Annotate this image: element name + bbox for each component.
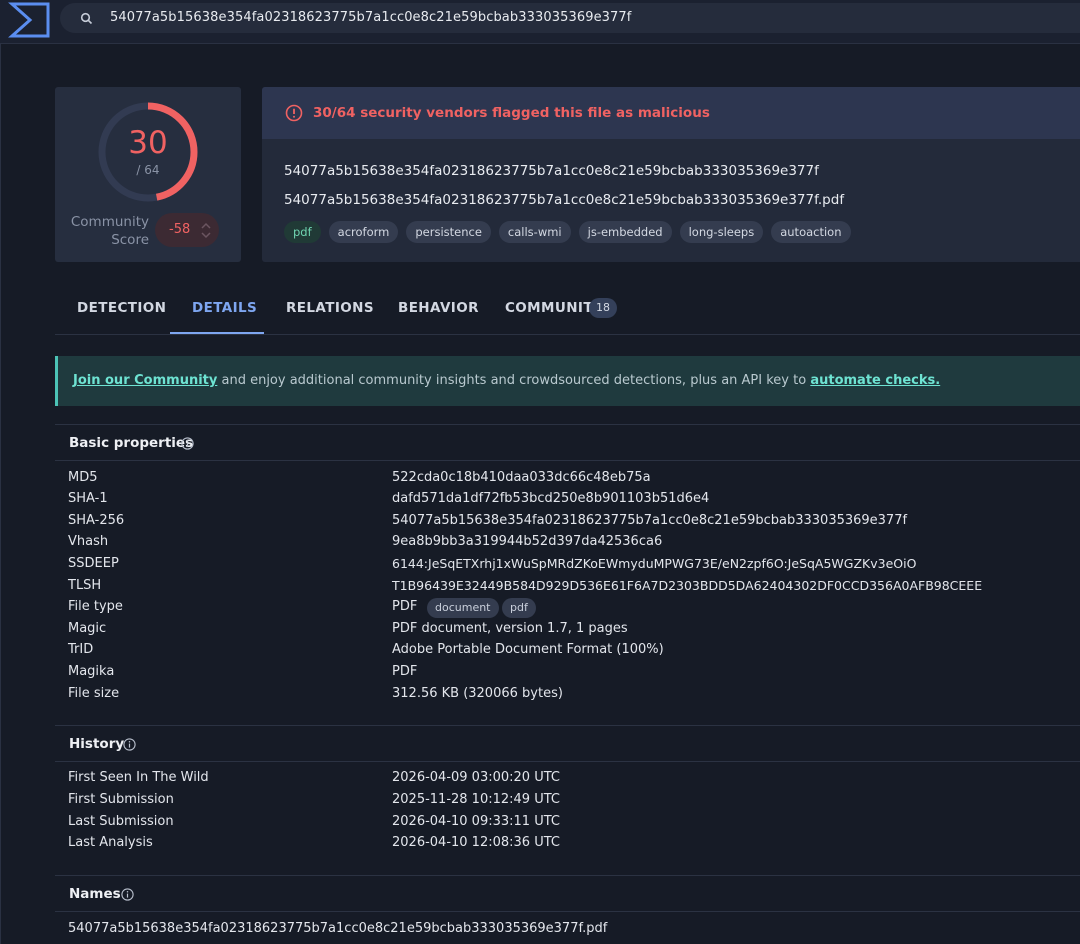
filetype-tag[interactable]: document	[427, 598, 499, 618]
history-key: First Seen In The Wild	[68, 770, 209, 785]
active-tab-indicator	[170, 332, 264, 334]
property-value: T1B96439E32449B584D929D536E61F6A7D2303BD…	[392, 578, 983, 593]
tag[interactable]: js-embedded	[578, 221, 672, 243]
tab-relations[interactable]: RELATIONS	[286, 300, 374, 316]
property-key: SHA-256	[68, 513, 125, 528]
property-value: PDF document, version 1.7, 1 pages	[392, 621, 628, 636]
property-value: Adobe Portable Document Format (100%)	[392, 642, 664, 657]
community-banner: Join our Community and enjoy additional …	[55, 356, 1080, 406]
property-key: File type	[68, 599, 123, 614]
tag[interactable]: pdf	[284, 221, 321, 243]
community-score-value: -58	[169, 222, 191, 237]
search-bar[interactable]: 54077a5b15638e354fa02318623775b7a1cc0e8c…	[60, 3, 1080, 33]
tag[interactable]: autoaction	[771, 221, 851, 243]
info-icon[interactable]	[123, 738, 136, 751]
detection-count: 30	[128, 125, 168, 161]
history-key: Last Submission	[68, 814, 174, 829]
tab-details[interactable]: DETAILS	[192, 300, 257, 316]
property-value: 312.56 KB (320066 bytes)	[392, 686, 563, 701]
property-key: TrID	[68, 642, 94, 657]
community-score-label: Community Score	[70, 214, 149, 248]
sigma-logo-icon[interactable]	[8, 2, 50, 38]
filetype-tag[interactable]: pdf	[502, 598, 536, 618]
property-key: TLSH	[68, 578, 102, 593]
file-info-card: 30/64 security vendors flagged this file…	[262, 87, 1080, 262]
search-icon	[80, 12, 93, 25]
property-key: Magika	[68, 664, 115, 679]
tag[interactable]: persistence	[406, 221, 491, 243]
history-key: Last Analysis	[68, 835, 153, 850]
basic-properties-header: Basic properties	[55, 424, 1080, 461]
info-icon[interactable]	[181, 437, 194, 450]
community-count-badge: 18	[589, 298, 617, 318]
property-value: 522cda0c18b410daa033dc66c48eb75a	[392, 470, 651, 485]
property-value: PDF document pdf	[392, 598, 536, 618]
history-value: 2025-11-28 10:12:49 UTC	[392, 792, 560, 807]
chevron-down-icon[interactable]	[201, 232, 211, 239]
section-title: Basic properties	[69, 435, 194, 451]
main-content: 30 / 64 Community Score -58 30/64 securi…	[0, 44, 1080, 944]
section-title: History	[69, 736, 125, 752]
automate-checks-link[interactable]: automate checks.	[810, 373, 940, 388]
property-key: Vhash	[68, 534, 109, 549]
property-key: SSDEEP	[68, 556, 119, 571]
info-icon[interactable]	[121, 888, 134, 901]
tab-detection[interactable]: DETECTION	[77, 300, 166, 316]
history-value: 2026-04-10 09:33:11 UTC	[392, 814, 560, 829]
property-value: dafd571da1df72fb53bcd250e8b901103b51d6e4	[392, 491, 710, 506]
property-value: 9ea8b9bb3a319944b52d397da42536ca6	[392, 534, 663, 549]
banner-middle-text: and enjoy additional community insights …	[217, 373, 811, 388]
file-hash: 54077a5b15638e354fa02318623775b7a1cc0e8c…	[284, 163, 819, 179]
alert-text: 30/64 security vendors flagged this file…	[313, 105, 710, 121]
tag[interactable]: calls-wmi	[498, 221, 571, 243]
history-value: 2026-04-09 03:00:20 UTC	[392, 770, 560, 785]
tab-bar: DETECTION DETAILS RELATIONS BEHAVIOR COM…	[55, 288, 1080, 335]
history-header: History	[55, 725, 1080, 762]
property-key: SHA-1	[68, 491, 108, 506]
detection-total: / 64	[136, 163, 160, 177]
property-value: PDF	[392, 664, 418, 679]
property-key: File size	[68, 686, 120, 701]
history-key: First Submission	[68, 792, 174, 807]
tag[interactable]: acroform	[328, 221, 399, 243]
score-card: 30 / 64 Community Score -58	[55, 87, 241, 262]
tag[interactable]: long-sleeps	[679, 221, 764, 243]
top-bar: 54077a5b15638e354fa02318623775b7a1cc0e8c…	[0, 0, 1080, 44]
malicious-alert: 30/64 security vendors flagged this file…	[262, 87, 1080, 139]
join-community-link[interactable]: Join our Community	[73, 373, 217, 388]
history-value: 2026-04-10 12:08:36 UTC	[392, 835, 560, 850]
chevron-up-icon[interactable]	[201, 222, 211, 229]
property-key: Magic	[68, 621, 107, 636]
tab-behavior[interactable]: BEHAVIOR	[398, 300, 479, 316]
property-value: 54077a5b15638e354fa02318623775b7a1cc0e8c…	[392, 513, 908, 528]
community-score-widget[interactable]: -58	[155, 213, 219, 247]
file-name-entry: 54077a5b15638e354fa02318623775b7a1cc0e8c…	[68, 921, 608, 936]
property-key: MD5	[68, 470, 98, 485]
banner-text: Join our Community and enjoy additional …	[73, 373, 940, 388]
file-name: 54077a5b15638e354fa02318623775b7a1cc0e8c…	[284, 192, 845, 208]
property-value: 6144:JeSqETXrhj1xWuSpMRdZKoEWmyduMPWG73E…	[392, 556, 917, 571]
names-header: Names	[55, 875, 1080, 912]
alert-circle-icon	[285, 104, 303, 122]
section-title: Names	[69, 886, 121, 902]
file-tags: pdf acroform persistence calls-wmi js-em…	[284, 221, 851, 243]
search-input[interactable]: 54077a5b15638e354fa02318623775b7a1cc0e8c…	[110, 10, 631, 25]
